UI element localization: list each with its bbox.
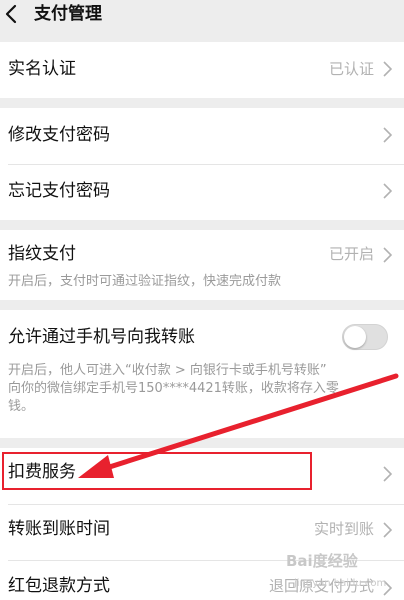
fingerprint-description: 开启后，支付时可通过验证指纹，快速完成付款 bbox=[8, 274, 282, 289]
phone-transfer-card: 允许通过手机号向我转账 开启后，他人可进入“收付款 > 向银行卡或手机号转账” … bbox=[0, 310, 404, 438]
realname-card: 实名认证 已认证 bbox=[0, 42, 404, 98]
watermark-url: jingyan.baidu.com bbox=[294, 578, 387, 589]
change-password-row[interactable]: 修改支付密码 bbox=[0, 108, 404, 164]
realname-row[interactable]: 实名认证 已认证 bbox=[0, 42, 404, 98]
chevron-right-icon bbox=[383, 522, 392, 538]
phone-transfer-toggle[interactable] bbox=[342, 324, 388, 350]
forgot-password-row[interactable]: 忘记支付密码 bbox=[0, 164, 404, 220]
watermark: Bai度经验 jingyan.baidu.com bbox=[286, 550, 402, 598]
fingerprint-card: 指纹支付 已开启 开启后，支付时可通过验证指纹，快速完成付款 bbox=[0, 230, 404, 300]
chevron-right-icon bbox=[383, 127, 392, 143]
chevron-right-icon bbox=[383, 247, 392, 263]
realname-label: 实名认证 bbox=[8, 59, 76, 79]
fingerprint-label: 指纹支付 bbox=[8, 244, 76, 264]
phone-transfer-row: 允许通过手机号向我转账 bbox=[0, 310, 404, 366]
chevron-right-icon bbox=[383, 466, 392, 482]
phone-transfer-desc-line1: 开启后，他人可进入“收付款 > 向银行卡或手机号转账” bbox=[8, 363, 327, 378]
toggle-knob bbox=[344, 326, 366, 348]
chevron-left-icon[interactable] bbox=[2, 2, 22, 26]
password-card: 修改支付密码 忘记支付密码 bbox=[0, 108, 404, 220]
fingerprint-value: 已开启 bbox=[328, 245, 374, 263]
change-password-label: 修改支付密码 bbox=[8, 125, 110, 145]
page-title: 支付管理 bbox=[34, 4, 102, 24]
highlight-box bbox=[2, 452, 312, 490]
header: 支付管理 bbox=[0, 0, 404, 34]
transfer-time-value: 实时到账 bbox=[313, 520, 374, 538]
forgot-password-label: 忘记支付密码 bbox=[8, 181, 110, 201]
refund-method-label: 红包退款方式 bbox=[8, 576, 110, 596]
transfer-time-label: 转账到账时间 bbox=[8, 519, 110, 539]
phone-transfer-label: 允许通过手机号向我转账 bbox=[8, 327, 195, 347]
chevron-right-icon bbox=[383, 61, 392, 77]
phone-transfer-desc-line3: 钱。 bbox=[8, 399, 35, 414]
phone-transfer-desc-line2: 向你的微信绑定手机号150****4421转账，收款将存入零 bbox=[8, 381, 339, 396]
watermark-brand: Bai度经验 bbox=[286, 552, 358, 570]
realname-value: 已认证 bbox=[328, 60, 374, 78]
fingerprint-row[interactable]: 指纹支付 已开启 bbox=[0, 230, 404, 270]
chevron-right-icon bbox=[383, 183, 392, 199]
